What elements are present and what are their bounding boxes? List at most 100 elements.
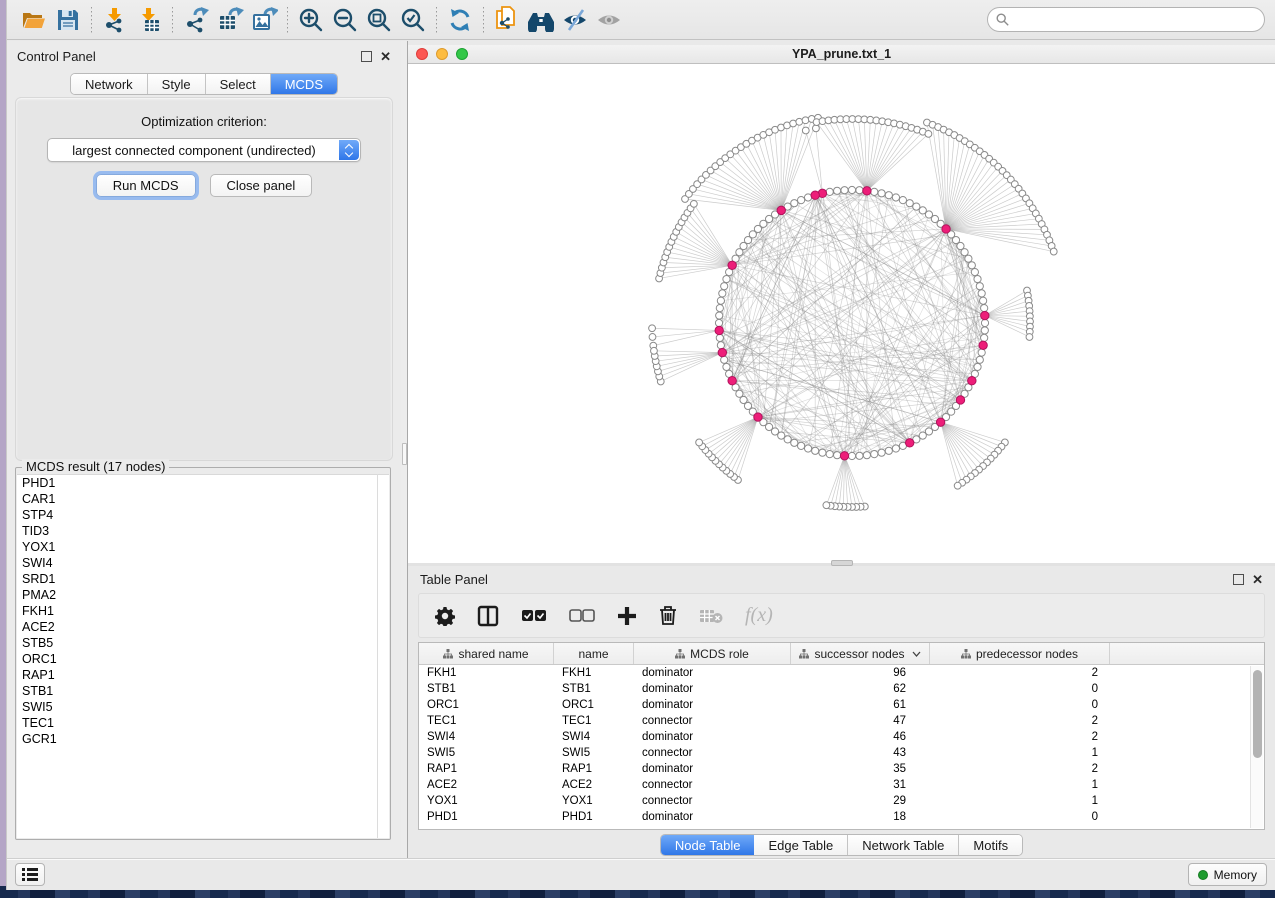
clone-network-button[interactable] bbox=[490, 4, 524, 36]
refresh-button[interactable] bbox=[443, 4, 477, 36]
optimization-criterion-label: Optimization criterion: bbox=[16, 114, 392, 129]
function-builder-button[interactable]: f(x) bbox=[745, 604, 773, 627]
show-panel-button[interactable] bbox=[592, 4, 626, 36]
list-icon bbox=[22, 868, 38, 881]
import-network-icon bbox=[102, 7, 128, 33]
mcds-result-item[interactable]: TID3 bbox=[17, 523, 389, 539]
table-row[interactable]: STB1STB1dominator620 bbox=[419, 681, 1264, 697]
tab-network-table[interactable]: Network Table bbox=[848, 835, 959, 855]
tab-style[interactable]: Style bbox=[148, 74, 206, 94]
export-network-button[interactable] bbox=[179, 4, 213, 36]
mcds-result-list[interactable]: PHD1CAR1STP4TID3YOX1SWI4SRD1PMA2FKH1ACE2… bbox=[17, 474, 389, 838]
table-row[interactable]: RAP1RAP1dominator352 bbox=[419, 761, 1264, 777]
float-panel-icon[interactable] bbox=[361, 51, 372, 62]
cell-name: PHD1 bbox=[554, 809, 634, 825]
tab-select[interactable]: Select bbox=[206, 74, 271, 94]
zoom-fit-button[interactable] bbox=[362, 4, 396, 36]
mcds-result-item[interactable]: SRD1 bbox=[17, 571, 389, 587]
binoculars-icon bbox=[527, 8, 555, 32]
tree-icon bbox=[443, 649, 453, 659]
mcds-result-item[interactable]: SWI4 bbox=[17, 555, 389, 571]
column-selector-button[interactable] bbox=[477, 605, 499, 627]
deselect-all-button[interactable] bbox=[569, 609, 595, 623]
vertical-splitter[interactable] bbox=[401, 41, 408, 858]
scrollbar-thumb[interactable] bbox=[1253, 670, 1262, 758]
open-button[interactable] bbox=[17, 4, 51, 36]
network-graph[interactable] bbox=[408, 64, 1274, 563]
export-image-button[interactable] bbox=[247, 4, 281, 36]
table-row[interactable]: YOX1YOX1connector291 bbox=[419, 793, 1264, 809]
table-row[interactable]: FKH1FKH1dominator962 bbox=[419, 665, 1264, 681]
close-panel-button[interactable]: Close panel bbox=[210, 174, 313, 197]
add-column-button[interactable] bbox=[617, 606, 637, 626]
tab-node-table[interactable]: Node Table bbox=[661, 835, 755, 855]
mcds-result-item[interactable]: ACE2 bbox=[17, 619, 389, 635]
main-toolbar bbox=[7, 0, 1275, 40]
import-table-button[interactable] bbox=[132, 4, 166, 36]
delete-table-button[interactable] bbox=[699, 608, 723, 624]
mcds-result-item[interactable]: PMA2 bbox=[17, 587, 389, 603]
mcds-result-item[interactable]: GCR1 bbox=[17, 731, 389, 747]
export-table-button[interactable] bbox=[213, 4, 247, 36]
zoom-out-button[interactable] bbox=[328, 4, 362, 36]
network-canvas[interactable] bbox=[408, 64, 1275, 563]
cell-MCDS-role: dominator bbox=[634, 809, 791, 825]
cell-shared-name: SWI4 bbox=[419, 729, 554, 745]
mcds-list-scrollbar[interactable] bbox=[377, 474, 378, 838]
run-mcds-button[interactable]: Run MCDS bbox=[96, 174, 196, 197]
zoom-in-button[interactable] bbox=[294, 4, 328, 36]
float-panel-icon[interactable] bbox=[1233, 574, 1244, 585]
table-row[interactable]: SWI4SWI4dominator462 bbox=[419, 729, 1264, 745]
search-input[interactable] bbox=[987, 7, 1265, 32]
mcds-result-item[interactable]: STB1 bbox=[17, 683, 389, 699]
table-panel-title: Table Panel bbox=[420, 572, 488, 587]
column-header-name[interactable]: name bbox=[554, 643, 634, 664]
mcds-result-item[interactable]: STB5 bbox=[17, 635, 389, 651]
close-panel-icon[interactable]: ✕ bbox=[380, 51, 391, 62]
table-scrollbar[interactable] bbox=[1250, 666, 1263, 828]
mcds-result-item[interactable]: SWI5 bbox=[17, 699, 389, 715]
table-row[interactable]: TEC1TEC1connector472 bbox=[419, 713, 1264, 729]
delete-column-button[interactable] bbox=[659, 605, 677, 626]
cell-name: FKH1 bbox=[554, 665, 634, 681]
mcds-result-item[interactable]: ORC1 bbox=[17, 651, 389, 667]
import-network-button[interactable] bbox=[98, 4, 132, 36]
mcds-result-item[interactable]: RAP1 bbox=[17, 667, 389, 683]
table-header-row: shared namenameMCDS rolesuccessor nodesp… bbox=[419, 643, 1264, 665]
plus-icon bbox=[617, 606, 637, 626]
hide-panel-button[interactable] bbox=[558, 4, 592, 36]
search-network-button[interactable] bbox=[524, 4, 558, 36]
checkboxes-unchecked-icon bbox=[569, 609, 595, 623]
mcds-result-item[interactable]: TEC1 bbox=[17, 715, 389, 731]
mcds-result-item[interactable]: CAR1 bbox=[17, 491, 389, 507]
column-header-shared-name[interactable]: shared name bbox=[419, 643, 554, 664]
close-panel-icon[interactable]: ✕ bbox=[1252, 574, 1263, 585]
column-header-successor-nodes[interactable]: successor nodes bbox=[791, 643, 930, 664]
column-header-MCDS-role[interactable]: MCDS role bbox=[634, 643, 791, 664]
table-row[interactable]: PHD1PHD1dominator180 bbox=[419, 809, 1264, 825]
toolbar-separator bbox=[287, 7, 288, 33]
table-row[interactable]: SWI5SWI5connector431 bbox=[419, 745, 1264, 761]
zoom-selected-button[interactable] bbox=[396, 4, 430, 36]
mcds-result-item[interactable]: FKH1 bbox=[17, 603, 389, 619]
column-header-predecessor-nodes[interactable]: predecessor nodes bbox=[930, 643, 1110, 664]
tab-network[interactable]: Network bbox=[71, 74, 148, 94]
tab-motifs[interactable]: Motifs bbox=[959, 835, 1022, 855]
memory-status-icon bbox=[1198, 870, 1208, 880]
mcds-result-item[interactable]: PHD1 bbox=[17, 475, 389, 491]
select-all-button[interactable] bbox=[521, 609, 547, 623]
cell-shared-name: STB1 bbox=[419, 681, 554, 697]
tab-mcds[interactable]: MCDS bbox=[271, 74, 337, 94]
splitter-grip[interactable] bbox=[402, 443, 407, 465]
optimization-criterion-dropdown[interactable]: largest connected component (undirected) bbox=[47, 138, 361, 162]
table-settings-button[interactable] bbox=[435, 606, 455, 626]
table-row[interactable]: ACE2ACE2connector311 bbox=[419, 777, 1264, 793]
task-history-button[interactable] bbox=[15, 863, 45, 886]
mcds-result-item[interactable]: STP4 bbox=[17, 507, 389, 523]
mcds-result-item[interactable]: YOX1 bbox=[17, 539, 389, 555]
save-button[interactable] bbox=[51, 4, 85, 36]
cell-name: ACE2 bbox=[554, 777, 634, 793]
table-row[interactable]: ORC1ORC1dominator610 bbox=[419, 697, 1264, 713]
tab-edge-table[interactable]: Edge Table bbox=[754, 835, 848, 855]
memory-button[interactable]: Memory bbox=[1188, 863, 1267, 886]
